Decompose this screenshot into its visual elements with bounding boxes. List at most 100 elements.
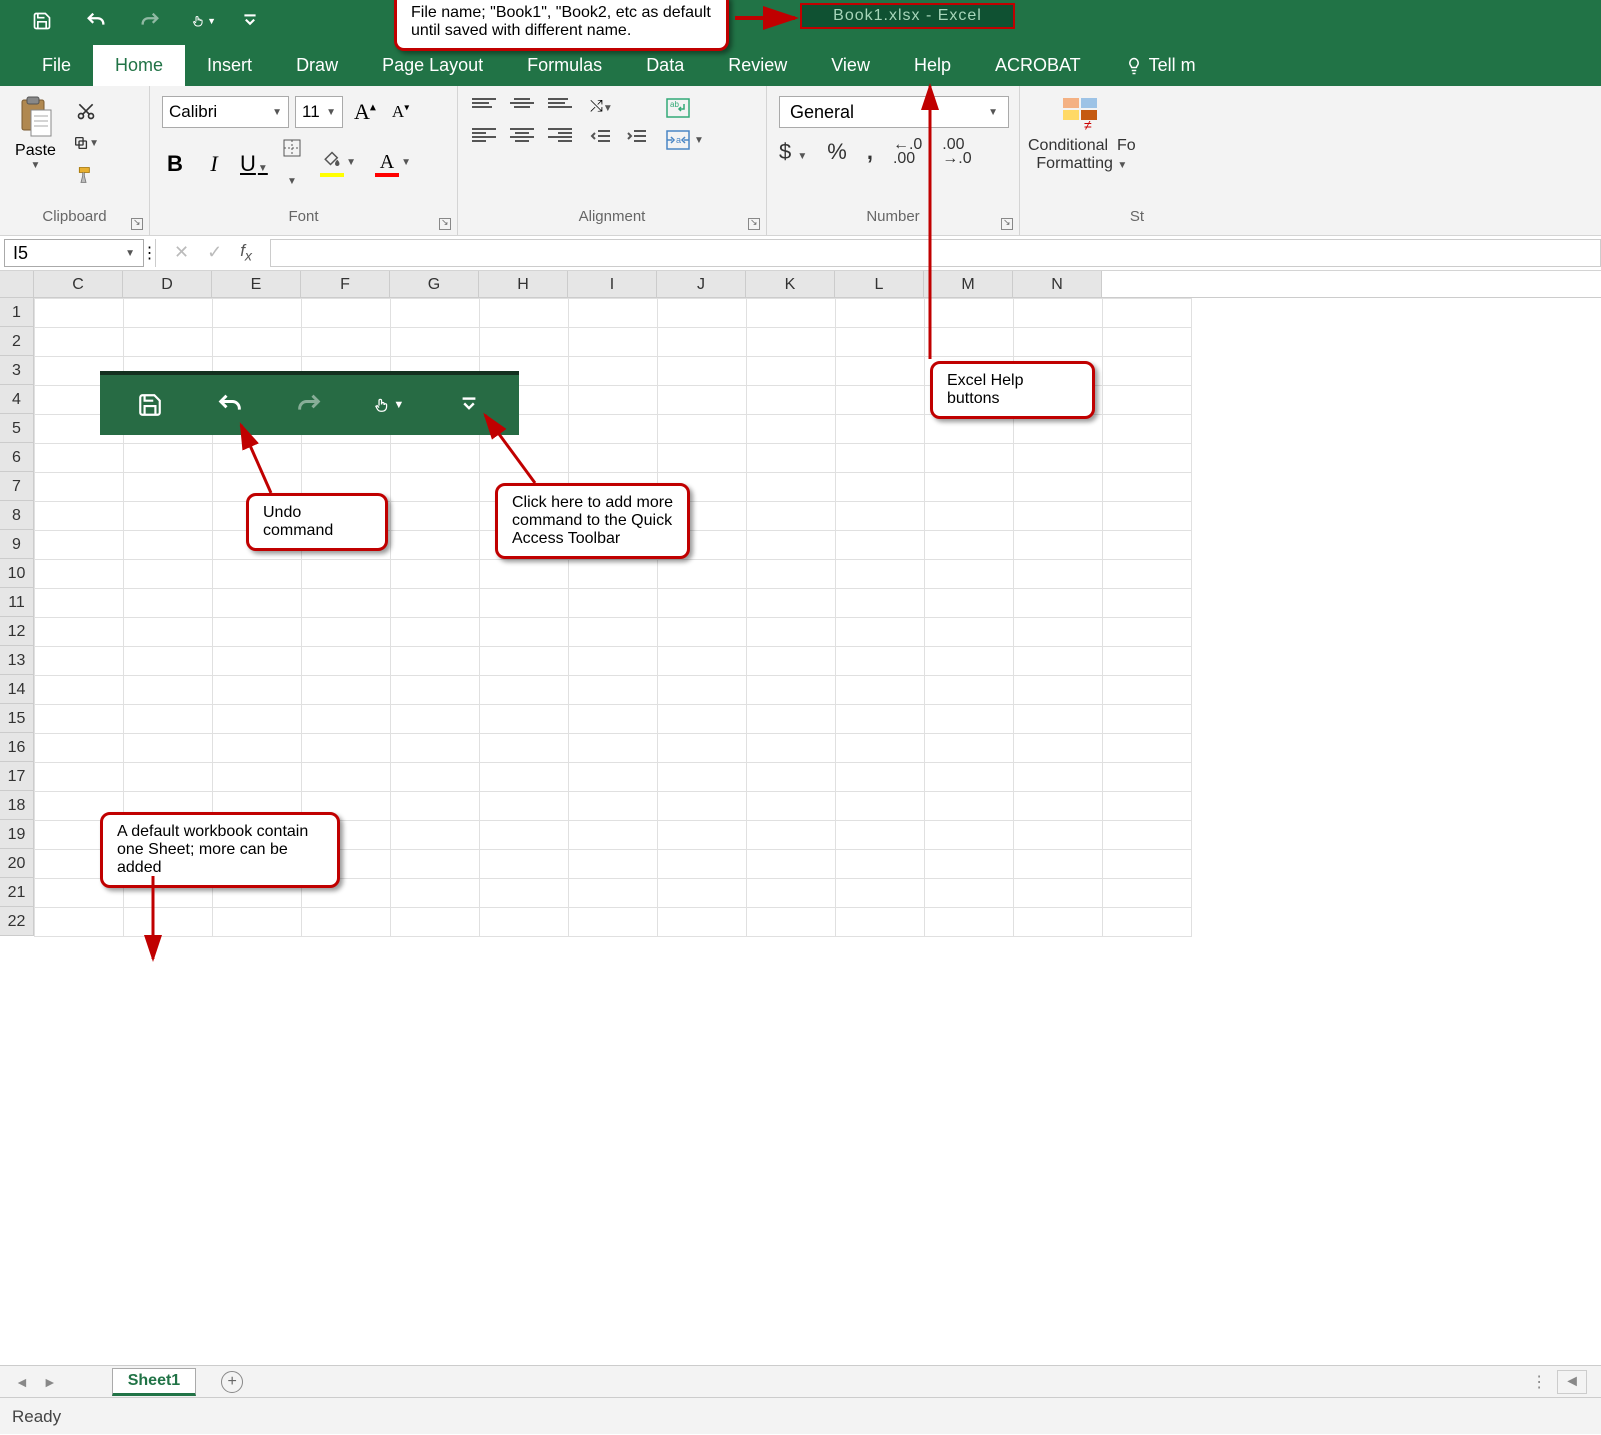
row-header[interactable]: 4 — [0, 385, 34, 414]
alignment-dialog-launcher[interactable] — [748, 218, 760, 230]
sheet-nav-prev-icon[interactable]: ◄ — [15, 1374, 29, 1390]
col-header[interactable]: J — [657, 271, 746, 297]
touch-mode-icon[interactable]: ▼ — [192, 9, 216, 33]
zoom-save-icon[interactable] — [135, 390, 165, 420]
decrease-indent-icon[interactable] — [590, 128, 612, 151]
align-center-icon[interactable] — [510, 128, 534, 146]
align-right-icon[interactable] — [548, 128, 572, 146]
row-header[interactable]: 2 — [0, 327, 34, 356]
wrap-text-button[interactable]: ab — [666, 98, 704, 118]
customize-qat-icon[interactable] — [238, 9, 262, 33]
tab-insert[interactable]: Insert — [185, 45, 274, 86]
font-name-dropdown[interactable]: Calibri▼ — [162, 96, 289, 128]
font-dialog-launcher[interactable] — [439, 218, 451, 230]
name-box[interactable]: I5▼ — [4, 239, 144, 267]
col-header[interactable]: D — [123, 271, 212, 297]
align-top-icon[interactable] — [472, 98, 496, 116]
tab-formulas[interactable]: Formulas — [505, 45, 624, 86]
tab-home[interactable]: Home — [93, 45, 185, 86]
increase-font-icon[interactable]: A▴ — [349, 99, 381, 125]
zoom-redo-icon[interactable] — [294, 390, 324, 420]
underline-button[interactable]: U▼ — [240, 151, 266, 177]
font-color-button[interactable]: A▼ — [373, 151, 401, 177]
row-header[interactable]: 5 — [0, 414, 34, 443]
zoom-undo-icon[interactable] — [215, 390, 245, 420]
fill-color-button[interactable]: ▼ — [318, 151, 346, 177]
col-header[interactable]: H — [479, 271, 568, 297]
select-all-triangle[interactable] — [0, 271, 34, 297]
row-header[interactable]: 14 — [0, 675, 34, 704]
number-dialog-launcher[interactable] — [1001, 218, 1013, 230]
new-sheet-button[interactable]: + — [221, 1371, 243, 1393]
decrease-decimal-button[interactable]: .00→.0 — [942, 138, 971, 166]
align-bottom-icon[interactable] — [548, 98, 572, 116]
col-header[interactable]: I — [568, 271, 657, 297]
bold-button[interactable]: B — [162, 151, 188, 177]
tab-acrobat[interactable]: ACROBAT — [973, 45, 1103, 86]
row-header[interactable]: 15 — [0, 704, 34, 733]
row-header[interactable]: 6 — [0, 443, 34, 472]
tab-review[interactable]: Review — [706, 45, 809, 86]
zoom-touch-icon[interactable]: ▼ — [374, 390, 404, 420]
row-header[interactable]: 10 — [0, 559, 34, 588]
row-header[interactable]: 13 — [0, 646, 34, 675]
row-header[interactable]: 9 — [0, 530, 34, 559]
tab-data[interactable]: Data — [624, 45, 706, 86]
row-header[interactable]: 22 — [0, 907, 34, 936]
row-header[interactable]: 20 — [0, 849, 34, 878]
tab-scroll-options[interactable]: ⋮ — [1531, 1372, 1547, 1392]
cancel-formula-icon[interactable]: ✕ — [174, 242, 189, 263]
row-header[interactable]: 7 — [0, 472, 34, 501]
italic-button[interactable]: I — [201, 151, 227, 177]
align-left-icon[interactable] — [472, 128, 496, 146]
font-size-dropdown[interactable]: 11▼ — [295, 96, 343, 128]
tab-file[interactable]: File — [20, 45, 93, 86]
merge-center-button[interactable]: a▼ — [666, 130, 704, 150]
tab-view[interactable]: View — [809, 45, 892, 86]
col-header[interactable]: N — [1013, 271, 1102, 297]
row-header[interactable]: 3 — [0, 356, 34, 385]
row-header[interactable]: 16 — [0, 733, 34, 762]
tab-page-layout[interactable]: Page Layout — [360, 45, 505, 86]
insert-function-icon[interactable]: fx — [240, 241, 252, 264]
row-header[interactable]: 21 — [0, 878, 34, 907]
align-middle-icon[interactable] — [510, 98, 534, 116]
row-header[interactable]: 11 — [0, 588, 34, 617]
percent-format-button[interactable]: % — [827, 139, 847, 165]
decrease-font-icon[interactable]: A▾ — [387, 102, 414, 122]
tab-draw[interactable]: Draw — [274, 45, 360, 86]
orientation-button[interactable]: ⤭▼ — [590, 98, 613, 116]
redo-icon[interactable] — [138, 9, 162, 33]
paste-button[interactable]: Paste ▼ — [8, 90, 63, 171]
borders-button[interactable]: ▼ — [279, 138, 305, 190]
col-header[interactable]: E — [212, 271, 301, 297]
save-icon[interactable] — [30, 9, 54, 33]
cut-icon[interactable] — [73, 100, 99, 122]
undo-icon[interactable] — [84, 9, 108, 33]
conditional-formatting-button[interactable]: ≠ Conditional Fo Formatting ▼ — [1028, 90, 1136, 173]
hscroll-left-icon[interactable]: ◄ — [1557, 1370, 1587, 1394]
row-header[interactable]: 8 — [0, 501, 34, 530]
enter-formula-icon[interactable]: ✓ — [207, 242, 222, 263]
row-header[interactable]: 18 — [0, 791, 34, 820]
copy-icon[interactable]: ▼ — [73, 132, 99, 154]
number-format-dropdown[interactable]: General▼ — [779, 96, 1009, 128]
col-header[interactable]: L — [835, 271, 924, 297]
row-header[interactable]: 17 — [0, 762, 34, 791]
row-header[interactable]: 1 — [0, 298, 34, 327]
tab-help[interactable]: Help — [892, 45, 973, 86]
tell-me[interactable]: Tell m — [1103, 45, 1218, 86]
col-header[interactable]: G — [390, 271, 479, 297]
format-painter-icon[interactable] — [73, 164, 99, 186]
sheet-nav-next-icon[interactable]: ► — [43, 1374, 57, 1390]
clipboard-dialog-launcher[interactable] — [131, 218, 143, 230]
accounting-format-button[interactable]: $ ▼ — [779, 139, 807, 165]
col-header[interactable]: F — [301, 271, 390, 297]
row-header[interactable]: 19 — [0, 820, 34, 849]
increase-indent-icon[interactable] — [626, 128, 648, 151]
row-header[interactable]: 12 — [0, 617, 34, 646]
comma-format-button[interactable]: , — [867, 139, 873, 165]
sheet-tab-sheet1[interactable]: Sheet1 — [112, 1368, 196, 1396]
col-header[interactable]: K — [746, 271, 835, 297]
col-header[interactable]: C — [34, 271, 123, 297]
